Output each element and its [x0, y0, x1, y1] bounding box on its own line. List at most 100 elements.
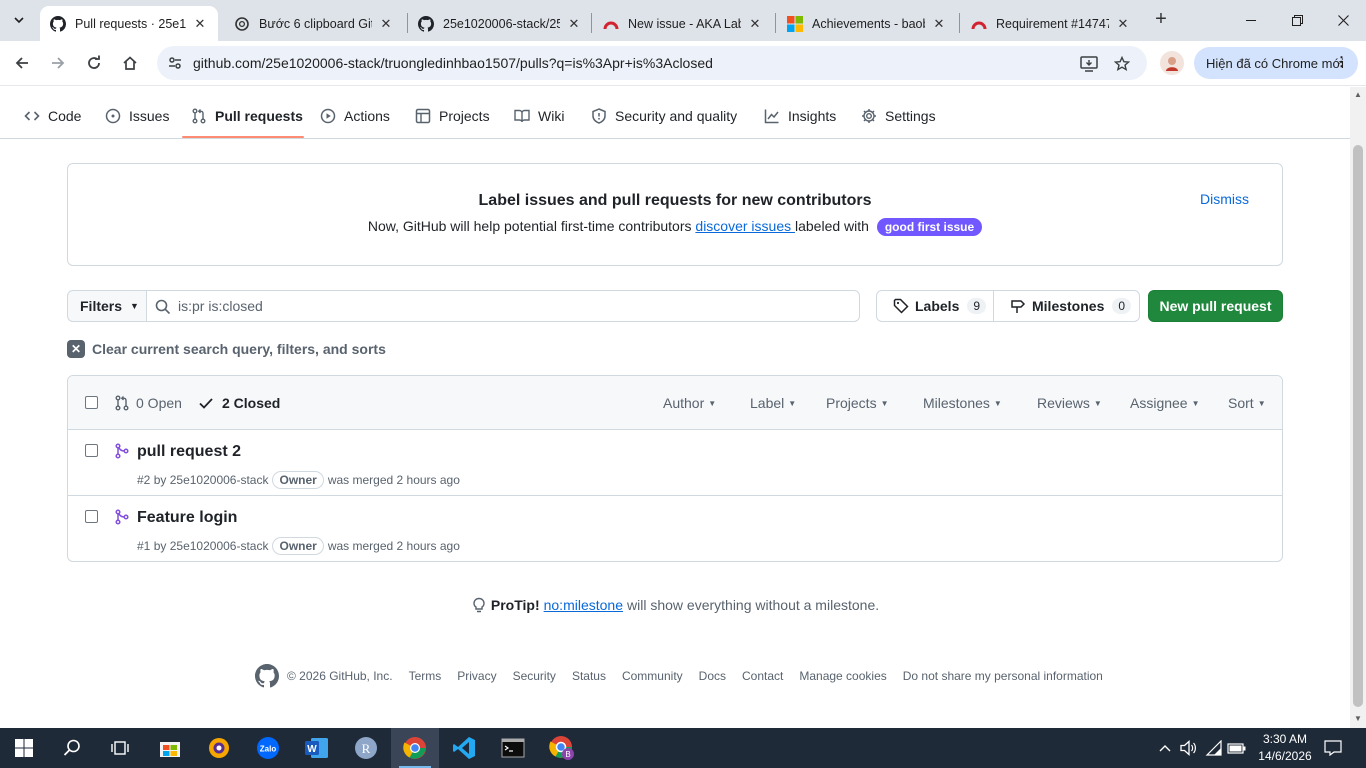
repo-nav-wiki[interactable]: Wiki: [514, 101, 564, 131]
discover-issues-link[interactable]: discover issues: [695, 218, 795, 234]
no-milestone-link[interactable]: no:milestone: [544, 597, 623, 613]
store-app[interactable]: [146, 728, 194, 768]
footer-link-docs[interactable]: Docs: [699, 669, 726, 683]
pull-request-row[interactable]: pull request 2 #2 by 25e1020006-stack Ow…: [68, 430, 1282, 496]
tab-search-button[interactable]: [6, 7, 32, 33]
new-tab-button[interactable]: +: [1150, 8, 1172, 30]
close-icon[interactable]: ✕: [566, 16, 582, 32]
repo-nav-code[interactable]: Code: [24, 101, 81, 131]
browser-tab-0[interactable]: Pull requests · 25e102 ✕: [40, 6, 218, 41]
vscode-app[interactable]: [440, 728, 488, 768]
task-view-button[interactable]: [96, 728, 144, 768]
repo-nav-settings[interactable]: Settings: [861, 101, 936, 131]
footer-link-privacy[interactable]: Privacy: [457, 669, 496, 683]
restore-button[interactable]: [1274, 0, 1320, 41]
minimize-button[interactable]: [1228, 0, 1274, 41]
battery-tray[interactable]: [1226, 728, 1248, 768]
footer-link-do-not-share[interactable]: Do not share my personal information: [903, 669, 1103, 683]
pull-request-title[interactable]: pull request 2: [137, 443, 241, 461]
reviews-filter[interactable]: Reviews ▼: [1037, 395, 1102, 411]
taskbar-clock[interactable]: 3:30 AM 14/6/2026: [1250, 731, 1320, 765]
wifi-icon: [1205, 740, 1222, 756]
pull-request-meta: #2 by 25e1020006-stack Owner was merged …: [137, 471, 460, 489]
chrome-app[interactable]: [391, 728, 439, 768]
install-app-icon[interactable]: [1079, 54, 1099, 74]
browser-tab-1[interactable]: Bước 6 clipboard GitH ✕: [224, 6, 404, 41]
word-app[interactable]: W: [293, 728, 341, 768]
milestones-button[interactable]: Milestones 0: [993, 290, 1140, 322]
pull-request-row[interactable]: Feature login #1 by 25e1020006-stack Own…: [68, 496, 1282, 561]
assignee-filter[interactable]: Assignee ▼: [1130, 395, 1200, 411]
start-button[interactable]: [0, 728, 48, 768]
browser-tab-4[interactable]: Achievements - baob ✕: [777, 6, 957, 41]
github-logo-icon[interactable]: [255, 664, 279, 688]
repo-nav-insights[interactable]: Insights: [764, 101, 836, 131]
footer-link-contact[interactable]: Contact: [742, 669, 783, 683]
author-filter[interactable]: Author ▼: [663, 395, 716, 411]
r-app[interactable]: R: [342, 728, 390, 768]
repo-nav-security[interactable]: Security and quality: [591, 101, 737, 131]
dismiss-button[interactable]: Dismiss: [1200, 191, 1249, 207]
footer-link-status[interactable]: Status: [572, 669, 606, 683]
terminal-app[interactable]: [489, 728, 537, 768]
browser-tab-2[interactable]: 25e1020006-stack/25 ✕: [408, 6, 592, 41]
footer-link-community[interactable]: Community: [622, 669, 683, 683]
close-icon[interactable]: ✕: [378, 16, 394, 32]
row-checkbox[interactable]: [85, 510, 98, 523]
network-tray[interactable]: [1203, 728, 1225, 768]
close-icon[interactable]: ✕: [1115, 16, 1131, 32]
new-pull-request-button[interactable]: New pull request: [1148, 290, 1283, 322]
bookmark-star-icon[interactable]: [1112, 54, 1132, 74]
pr-author[interactable]: 25e1020006-stack: [170, 473, 269, 487]
profile-avatar[interactable]: [1160, 51, 1184, 75]
back-button[interactable]: [8, 49, 36, 77]
row-checkbox[interactable]: [85, 444, 98, 457]
volume-tray[interactable]: [1178, 728, 1200, 768]
github-icon: [418, 15, 434, 32]
pull-request-title[interactable]: Feature login: [137, 509, 237, 527]
browser-tab-3[interactable]: New issue - AKA Lab ✕: [593, 6, 773, 41]
home-button[interactable]: [116, 49, 144, 77]
sort-dropdown[interactable]: Sort ▼: [1228, 395, 1266, 411]
good-first-issue-label[interactable]: good first issue: [876, 218, 983, 236]
browser-tab-5[interactable]: Requirement #14747 ✕: [961, 6, 1141, 41]
address-bar[interactable]: github.com/25e1020006-stack/truongledinh…: [157, 46, 1147, 80]
notifications-tray[interactable]: [1320, 728, 1346, 768]
footer-link-terms[interactable]: Terms: [409, 669, 442, 683]
scrollbar-thumb[interactable]: [1353, 145, 1363, 707]
footer-link-security[interactable]: Security: [513, 669, 556, 683]
closed-filter[interactable]: 2 Closed: [198, 395, 280, 411]
filters-dropdown[interactable]: Filters ▼: [67, 290, 147, 322]
page-scrollbar[interactable]: ▲ ▼: [1350, 87, 1366, 728]
coccoc-browser-app[interactable]: [195, 728, 243, 768]
scroll-down-icon[interactable]: ▼: [1354, 715, 1362, 723]
select-all-checkbox[interactable]: [85, 396, 98, 409]
repo-nav-actions[interactable]: Actions: [320, 101, 390, 131]
forward-button[interactable]: [44, 49, 72, 77]
repo-nav-issues[interactable]: Issues: [105, 101, 169, 131]
milestones-filter[interactable]: Milestones ▼: [923, 395, 1002, 411]
label-filter[interactable]: Label ▼: [750, 395, 796, 411]
reload-button[interactable]: [80, 49, 108, 77]
projects-filter[interactable]: Projects ▼: [826, 395, 889, 411]
repo-nav-projects[interactable]: Projects: [415, 101, 490, 131]
close-window-button[interactable]: [1320, 0, 1366, 41]
pr-author[interactable]: 25e1020006-stack: [170, 539, 269, 553]
site-info-icon[interactable]: [167, 55, 183, 71]
close-icon[interactable]: ✕: [192, 16, 208, 32]
close-icon[interactable]: ✕: [931, 16, 947, 32]
footer-link-manage-cookies[interactable]: Manage cookies: [799, 669, 886, 683]
chrome-update-button[interactable]: Hiện đã có Chrome mới ⋮: [1194, 47, 1358, 79]
open-filter[interactable]: 0 Open: [114, 395, 182, 411]
close-icon: [1337, 15, 1349, 26]
show-hidden-icons[interactable]: [1155, 728, 1175, 768]
clear-query-link[interactable]: ✕ Clear current search query, filters, a…: [67, 340, 386, 358]
search-input[interactable]: [178, 291, 848, 321]
scroll-up-icon[interactable]: ▲: [1354, 91, 1362, 99]
search-taskbar-button[interactable]: [48, 728, 96, 768]
labels-button[interactable]: Labels 9: [876, 290, 994, 322]
zalo-app[interactable]: Zalo: [244, 728, 292, 768]
chrome-profile-app[interactable]: B: [538, 728, 586, 768]
repo-nav-pull-requests[interactable]: Pull requests: [191, 101, 303, 131]
close-icon[interactable]: ✕: [747, 16, 763, 32]
